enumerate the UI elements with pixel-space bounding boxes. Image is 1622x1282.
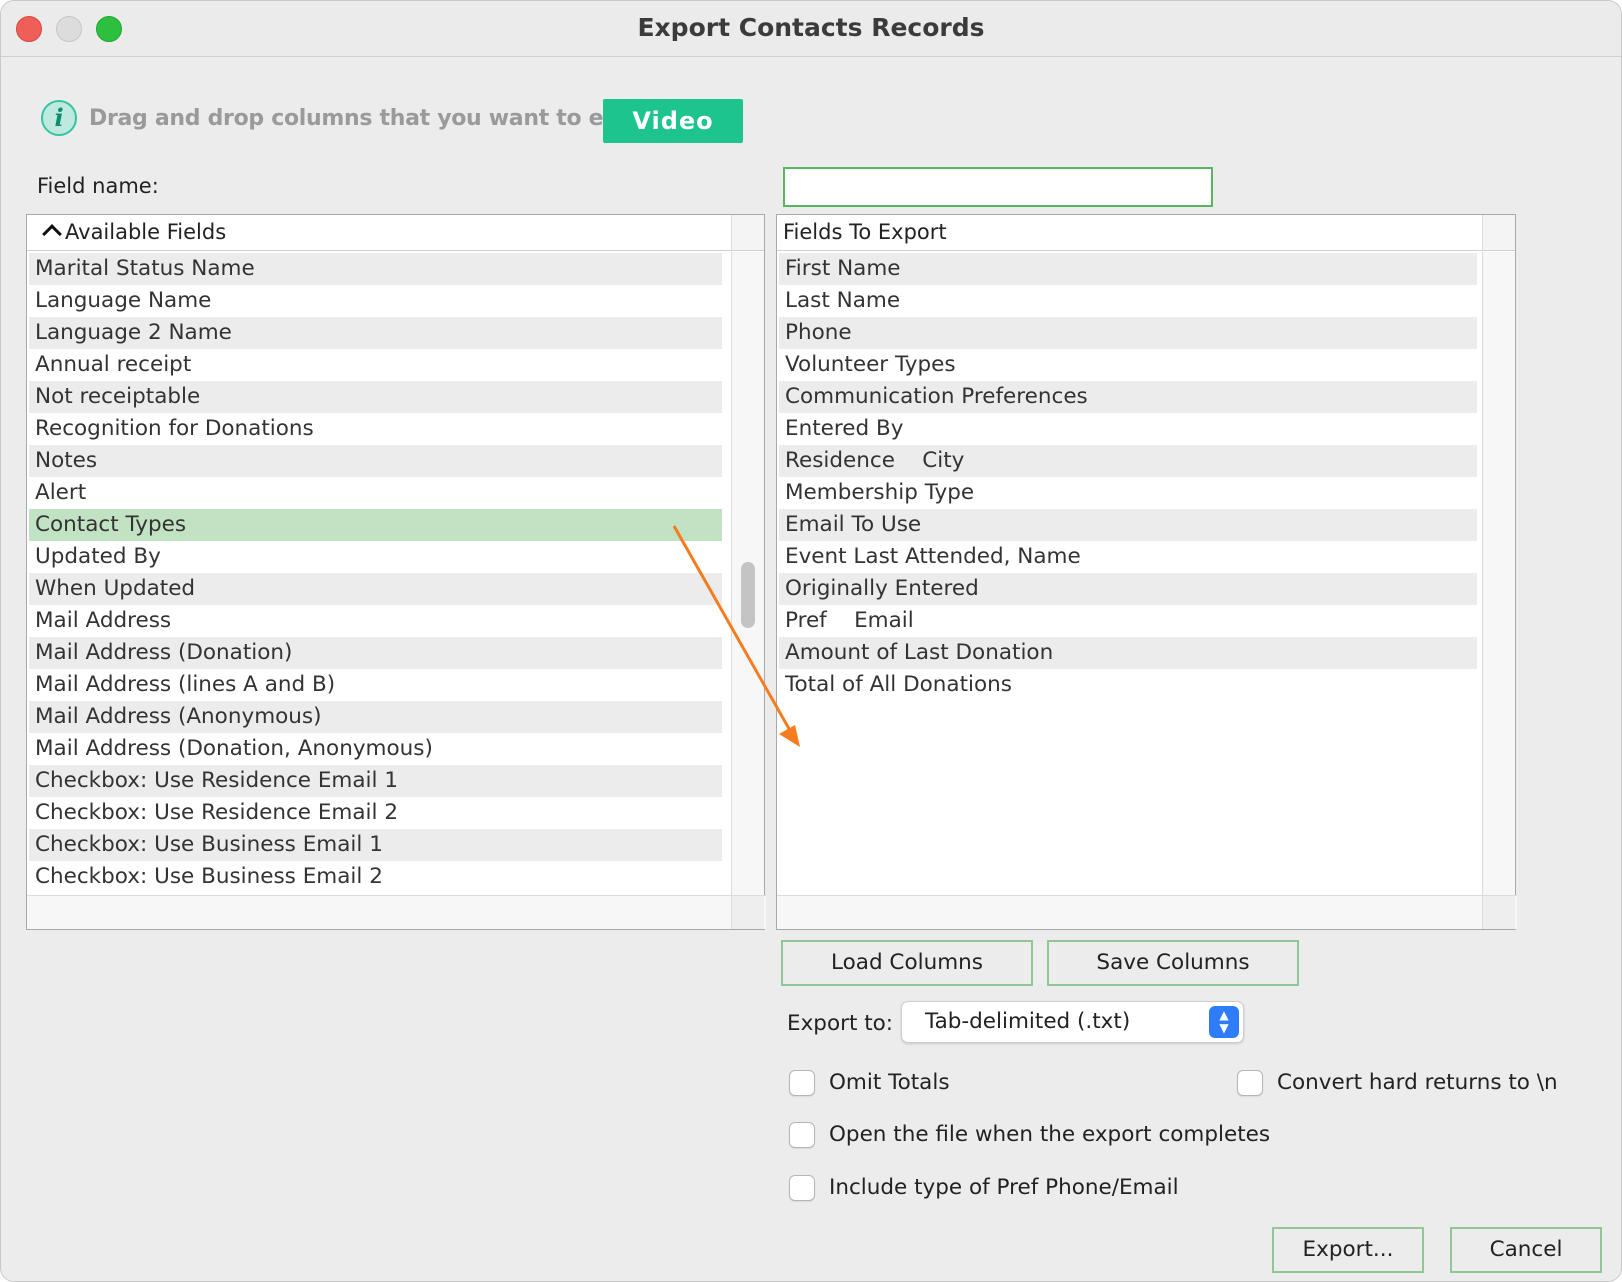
scroll-corner (731, 895, 764, 929)
export-field-item[interactable]: Pref Email (779, 605, 1477, 637)
window-title: Export Contacts Records (637, 13, 985, 42)
available-field-item[interactable]: Checkbox: Use Residence Email 1 (29, 765, 722, 797)
checkbox-box[interactable] (1237, 1070, 1263, 1096)
export-field-item[interactable]: Volunteer Types (779, 349, 1477, 381)
available-field-item[interactable]: Not receiptable (29, 381, 722, 413)
select-stepper-icon: ▲ ▼ (1209, 1006, 1239, 1038)
export-field-item[interactable]: Amount of Last Donation (779, 637, 1477, 669)
export-field-item[interactable]: Total of All Donations (779, 669, 1477, 701)
drag-drop-hint: Drag and drop columns that you want to e… (89, 106, 669, 131)
convert-hard-returns-label: Convert hard returns to \n (1277, 1070, 1558, 1095)
load-columns-button[interactable]: Load Columns (781, 940, 1033, 986)
checkbox-box[interactable] (789, 1122, 815, 1148)
export-field-item[interactable]: Membership Type (779, 477, 1477, 509)
omit-totals-label: Omit Totals (829, 1070, 950, 1095)
fields-to-export-panel: Fields To Export First Name Last Name Phon… (776, 214, 1517, 930)
available-field-item[interactable]: Mail Address (Donation, Anonymous) (29, 733, 722, 765)
available-field-item[interactable]: Notes (29, 445, 722, 477)
open-file-label: Open the file when the export completes (829, 1122, 1271, 1147)
header-corner (1482, 215, 1515, 251)
available-field-item[interactable]: Checkbox: Use Business Email 2 (29, 861, 722, 893)
available-fields-panel: Available Fields Marital Status Name Lang… (26, 214, 766, 930)
export-field-item[interactable]: Residence City (779, 445, 1477, 477)
available-field-item[interactable]: Recognition for Donations (29, 413, 722, 445)
available-fields-vertical-scrollbar[interactable] (731, 252, 764, 895)
export-format-select[interactable]: Tab-delimited (.txt) ▲ ▼ (901, 1001, 1244, 1043)
fields-to-export-list[interactable]: First Name Last Name Phone Volunteer Types C… (779, 253, 1477, 701)
export-field-item[interactable]: Entered By (779, 413, 1477, 445)
cancel-button[interactable]: Cancel (1450, 1227, 1602, 1273)
checkbox-box[interactable] (789, 1175, 815, 1201)
available-field-item[interactable]: Mail Address (Donation) (29, 637, 722, 669)
save-columns-button[interactable]: Save Columns (1047, 940, 1299, 986)
scrollbar-thumb[interactable] (741, 562, 755, 628)
available-field-item[interactable]: Mail Address (Anonymous) (29, 701, 722, 733)
scroll-corner (1482, 895, 1515, 929)
checkbox-box[interactable] (789, 1070, 815, 1096)
export-format-value: Tab-delimited (.txt) (925, 1009, 1131, 1034)
export-field-item[interactable]: Phone (779, 317, 1477, 349)
available-field-item[interactable]: Language 2 Name (29, 317, 722, 349)
export-field-item[interactable]: Originally Entered (779, 573, 1477, 605)
export-field-item[interactable]: Event Last Attended, Name (779, 541, 1477, 573)
header-corner (731, 215, 764, 251)
available-field-item[interactable]: Contact Types (29, 509, 722, 541)
include-type-label: Include type of Pref Phone/Email (829, 1175, 1179, 1200)
available-field-item[interactable]: When Updated (29, 573, 722, 605)
available-fields-horizontal-scrollbar[interactable] (27, 895, 766, 929)
available-fields-list: Marital Status Name Language Name Language… (29, 253, 722, 893)
export-field-item[interactable]: First Name (779, 253, 1477, 285)
info-icon: i (41, 100, 77, 136)
available-field-item[interactable]: Mail Address (29, 605, 722, 637)
available-fields-header-label: Available Fields (65, 220, 227, 244)
export-field-item[interactable]: Email To Use (779, 509, 1477, 541)
fields-to-export-vertical-scrollbar[interactable] (1482, 252, 1515, 895)
video-button[interactable]: Video (603, 99, 743, 143)
available-field-item[interactable]: Marital Status Name (29, 253, 722, 285)
available-field-item[interactable]: Language Name (29, 285, 722, 317)
available-fields-header[interactable]: Available Fields (27, 215, 733, 251)
export-to-label: Export to: (787, 1011, 894, 1036)
available-field-item[interactable]: Updated By (29, 541, 722, 573)
available-field-item[interactable]: Alert (29, 477, 722, 509)
available-field-item[interactable]: Annual receipt (29, 349, 722, 381)
field-name-input[interactable] (783, 167, 1213, 207)
title-bar: Export Contacts Records (1, 1, 1621, 57)
available-field-item[interactable]: Checkbox: Use Residence Email 2 (29, 797, 722, 829)
fields-to-export-horizontal-scrollbar[interactable] (777, 895, 1517, 929)
available-field-item[interactable]: Mail Address (lines A and B) (29, 669, 722, 701)
field-name-label: Field name: (37, 174, 159, 198)
export-field-item[interactable]: Last Name (779, 285, 1477, 317)
sort-ascending-icon (42, 224, 62, 244)
available-field-item[interactable]: Checkbox: Use Business Email 1 (29, 829, 722, 861)
export-button[interactable]: Export... (1272, 1227, 1424, 1273)
export-field-item[interactable]: Communication Preferences (779, 381, 1477, 413)
fields-to-export-header[interactable]: Fields To Export (777, 215, 1482, 251)
export-dialog: Export Contacts Records i Drag and drop … (0, 0, 1622, 1282)
